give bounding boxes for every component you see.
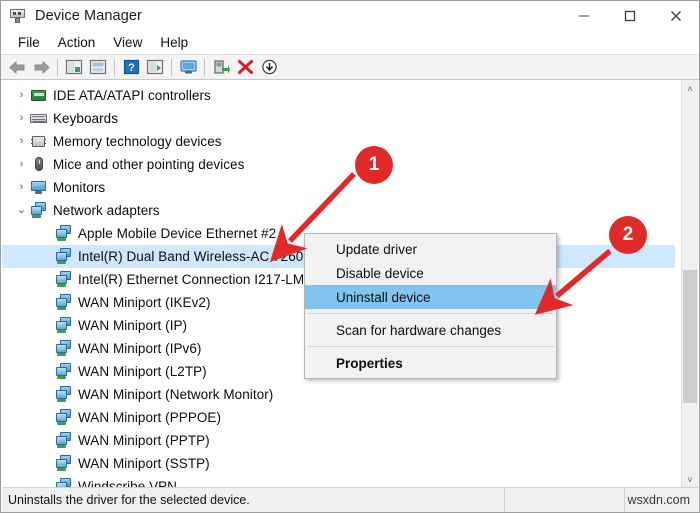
device-manager-window: Device Manager File Action View Help ? ›… [0,0,700,513]
annotation-arrows [269,172,612,315]
annotation-marker-1: 1 [355,146,393,184]
annotation-marker-2: 2 [609,216,647,254]
